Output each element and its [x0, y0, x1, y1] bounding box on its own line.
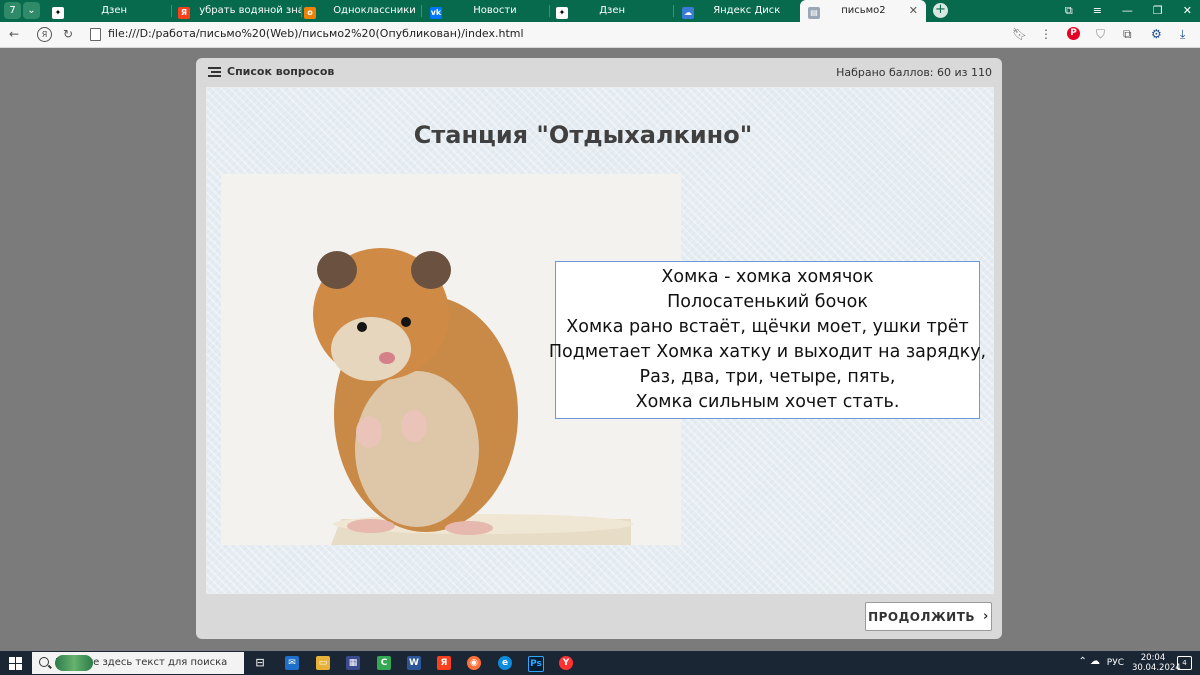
- shield-icon[interactable]: ⛉: [1096, 27, 1105, 41]
- poem-line: Раз, два, три, четыре, пять,: [639, 367, 896, 387]
- clock-time: 20:04: [1140, 653, 1166, 663]
- poem-text-box: Хомка - хомка хомячок Полосатенький бочо…: [549, 261, 986, 419]
- address-bar: ← Я ↻ file:///D:/работа/письмо%20(Web)/п…: [0, 22, 1200, 48]
- tab-label: Дзен: [599, 5, 626, 16]
- yandex-disk-icon: ☁: [682, 7, 694, 19]
- file-icon: [90, 28, 101, 41]
- download-icon[interactable]: ⤓: [1180, 27, 1185, 41]
- close-tab-icon[interactable]: ✕: [909, 0, 918, 22]
- file-explorer-icon[interactable]: ▭: [316, 656, 330, 670]
- chevron-right-icon: ›: [983, 609, 989, 624]
- search-icon: [39, 657, 49, 667]
- store-icon[interactable]: ▦: [346, 656, 360, 670]
- more-options-icon[interactable]: ⋮: [1040, 27, 1052, 41]
- tab-odnoklassniki[interactable]: о Одноклассники: [304, 0, 422, 22]
- camtasia-icon[interactable]: C: [377, 656, 391, 670]
- taskbar: Введите здесь текст для поиска ⊟ ✉ ▭ ▦ C…: [0, 651, 1200, 675]
- word-icon[interactable]: W: [407, 656, 421, 670]
- tab-manager-icon[interactable]: ⧉: [1065, 0, 1073, 22]
- clock-date: 30.04.2024: [1132, 663, 1181, 673]
- edge-icon[interactable]: e: [498, 656, 512, 670]
- search-highlight-image: [55, 655, 93, 671]
- notification-icon[interactable]: 4: [1177, 656, 1192, 670]
- poem-line: Хомка рано встаёт, щёчки моет, ушки трёт: [566, 317, 969, 337]
- tray-icons[interactable]: ⌃ ☁: [1078, 656, 1100, 667]
- question-list-label: Список вопросов: [227, 65, 335, 78]
- tab-label: письмо2: [841, 5, 886, 16]
- url-field[interactable]: file:///D:/работа/письмо%20(Web)/письмо2…: [108, 27, 524, 40]
- taskbar-search-box[interactable]: Введите здесь текст для поиска: [32, 652, 244, 674]
- reload-icon[interactable]: ↻: [63, 26, 73, 42]
- score-display: Набрано баллов: 60 из 110: [836, 66, 992, 79]
- dzen-icon: ✦: [556, 7, 568, 19]
- minimize-icon[interactable]: —: [1122, 0, 1133, 22]
- poem-line: Полосатенький бочок: [667, 292, 868, 312]
- yandex-browser-icon[interactable]: Я: [37, 27, 52, 42]
- tab-menu-chevron-icon[interactable]: ⌄: [23, 2, 40, 19]
- new-tab-button[interactable]: +: [933, 3, 948, 18]
- close-window-icon[interactable]: ✕: [1183, 0, 1192, 22]
- windows-start-icon[interactable]: [9, 657, 22, 670]
- extension-icon[interactable]: ⧉: [1123, 27, 1132, 41]
- yandex-icon: Я: [178, 7, 190, 19]
- poem-line: Хомка сильным хочет стать.: [635, 392, 900, 412]
- pinterest-icon[interactable]: P: [1067, 27, 1080, 40]
- yandex-browser-taskbar-icon[interactable]: Y: [559, 656, 573, 670]
- photoshop-icon[interactable]: Ps: [528, 656, 544, 672]
- firefox-icon[interactable]: ◉: [467, 656, 481, 670]
- tab-label: Новости: [473, 5, 517, 16]
- continue-button[interactable]: ПРОДОЛЖИТЬ ›: [865, 602, 992, 631]
- tab-pismo2-active[interactable]: ▤ письмо2 ✕: [800, 0, 926, 22]
- tab-label: Яндекс Диск: [713, 5, 781, 16]
- player-toolbar: Список вопросов Набрано баллов: 60 из 11…: [196, 58, 1002, 86]
- page-icon: ▤: [808, 7, 820, 19]
- tab-dzen-2[interactable]: ✦ Дзен: [556, 0, 674, 22]
- vk-icon: vk: [430, 7, 442, 19]
- tab-dzen-1[interactable]: ✦ Дзен: [52, 0, 172, 22]
- tab-news[interactable]: vk Новости: [430, 0, 550, 22]
- back-arrow-icon[interactable]: ←: [9, 26, 19, 42]
- poem-line: Подметает Хомка хатку и выходит на заряд…: [548, 342, 987, 362]
- restore-icon[interactable]: ❐: [1153, 0, 1163, 22]
- course-player: Список вопросов Набрано баллов: 60 из 11…: [196, 58, 1002, 639]
- slide-content: Станция "Отдыхалкино" Хомка - хомка хомя…: [206, 87, 994, 594]
- language-indicator[interactable]: РУС: [1107, 658, 1124, 668]
- system-tray: ⌃ ☁ РУС 20:04 30.04.2024 4: [1070, 651, 1200, 675]
- list-icon: [208, 66, 221, 77]
- tab-label: Одноклассники: [333, 5, 416, 16]
- bookmark-icon[interactable]: 🔖︎: [1012, 27, 1027, 41]
- tab-label: Дзен: [101, 5, 128, 16]
- task-view-icon[interactable]: ⊟: [253, 656, 267, 670]
- vpn-icon[interactable]: ⚙: [1151, 27, 1162, 41]
- menu-icon[interactable]: ≡: [1093, 0, 1102, 22]
- slide-title: Станция "Отдыхалкино": [413, 121, 753, 149]
- question-list-button[interactable]: Список вопросов: [208, 65, 334, 78]
- mail-icon[interactable]: ✉: [285, 656, 299, 670]
- yandex-icon[interactable]: Я: [437, 656, 451, 670]
- poem-line: Хомка - хомка хомячок: [661, 267, 874, 287]
- tab-counter[interactable]: 7: [4, 2, 21, 19]
- dzen-icon: ✦: [52, 7, 64, 19]
- tab-yandex-disk[interactable]: ☁ Яндекс Диск: [682, 0, 798, 22]
- continue-label: ПРОДОЛЖИТЬ: [868, 609, 976, 624]
- browser-tab-strip: 7 ⌄ ✦ Дзен Я убрать водяной знак с ви о …: [0, 0, 1200, 22]
- clock[interactable]: 20:04 30.04.2024: [1132, 653, 1181, 673]
- tab-label: убрать водяной знак с ви: [199, 5, 302, 16]
- ok-icon: о: [304, 7, 316, 19]
- tab-watermark[interactable]: Я убрать водяной знак с ви: [178, 0, 302, 22]
